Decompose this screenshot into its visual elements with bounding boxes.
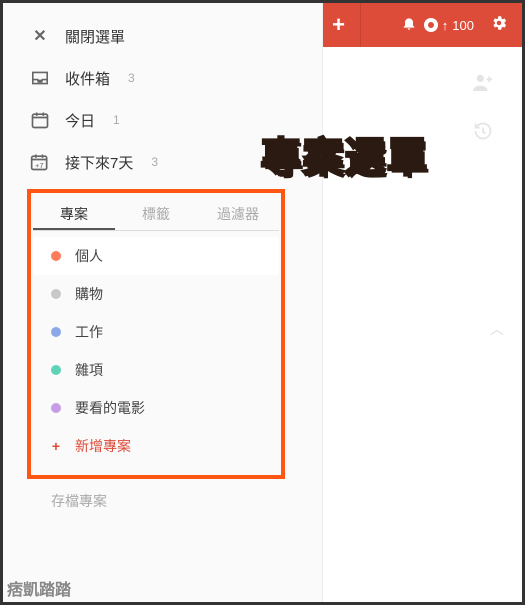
- annotation-title: 專案選單: [261, 125, 429, 183]
- calendar-today-icon: [29, 109, 51, 131]
- project-color-dot: [51, 365, 61, 375]
- inbox-label: 收件箱: [65, 68, 110, 89]
- today-label: 今日: [65, 110, 95, 131]
- project-list: 個人購物工作雜項要看的電影 + 新增專案: [33, 237, 279, 465]
- bell-icon: [401, 15, 417, 31]
- svg-text:+7: +7: [35, 161, 44, 170]
- close-icon: ✕: [29, 25, 51, 47]
- project-tabs: 專案 標籤 過濾器: [33, 197, 279, 231]
- project-color-dot: [51, 403, 61, 413]
- karma-icon: [424, 18, 438, 32]
- project-color-dot: [51, 327, 61, 337]
- project-label: 購物: [75, 284, 103, 304]
- karma-score: 100: [452, 18, 474, 33]
- project-label: 個人: [75, 246, 103, 266]
- project-item[interactable]: 要看的電影: [33, 389, 279, 427]
- gear-icon: [490, 14, 508, 32]
- project-label: 雜項: [75, 360, 103, 380]
- project-color-dot: [51, 289, 61, 299]
- archive-projects-link[interactable]: 存檔專案: [51, 491, 107, 511]
- sidebar-item-inbox[interactable]: 收件箱 3: [3, 57, 322, 99]
- notifications-button[interactable]: [394, 15, 424, 36]
- tab-labels[interactable]: 標籤: [115, 197, 197, 230]
- history-icon[interactable]: [473, 121, 493, 141]
- project-item[interactable]: 工作: [33, 313, 279, 351]
- project-color-dot: [51, 251, 61, 261]
- next7-count: 3: [151, 155, 158, 169]
- add-project-label: 新增專案: [75, 436, 131, 456]
- right-side-icons: [472, 73, 494, 141]
- quick-add-button[interactable]: +: [317, 3, 361, 47]
- add-project-button[interactable]: + 新增專案: [33, 427, 279, 465]
- tab-projects[interactable]: 專案: [33, 197, 115, 230]
- watermark: 痞凱踏踏: [7, 576, 71, 600]
- chevron-up-icon[interactable]: ︿: [490, 319, 504, 339]
- close-menu-button[interactable]: ✕ 關閉選單: [3, 15, 322, 57]
- project-label: 工作: [75, 322, 103, 342]
- inbox-icon: [29, 67, 51, 89]
- project-item[interactable]: 購物: [33, 275, 279, 313]
- karma-arrow-icon: ↑: [442, 18, 449, 33]
- settings-button[interactable]: [484, 14, 514, 37]
- project-item[interactable]: 個人: [33, 237, 279, 275]
- project-label: 要看的電影: [75, 398, 145, 418]
- next7-label: 接下來7天: [65, 152, 133, 173]
- calendar-7days-icon: +7: [29, 151, 51, 173]
- karma-button[interactable]: ↑ 100: [424, 18, 474, 33]
- plus-icon: +: [51, 438, 61, 454]
- today-count: 1: [113, 113, 120, 127]
- add-person-icon[interactable]: [472, 73, 494, 91]
- project-item[interactable]: 雜項: [33, 351, 279, 389]
- top-toolbar: + ↑ 100: [317, 3, 522, 47]
- tab-filters[interactable]: 過濾器: [197, 197, 279, 230]
- close-menu-label: 關閉選單: [65, 26, 125, 47]
- inbox-count: 3: [128, 71, 135, 85]
